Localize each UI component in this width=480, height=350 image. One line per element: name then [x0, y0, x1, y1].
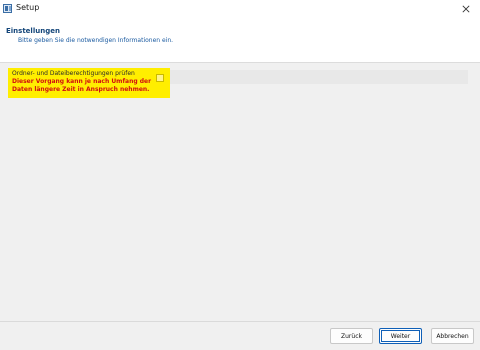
- close-icon: [462, 5, 470, 13]
- close-button[interactable]: [452, 0, 480, 18]
- cancel-button[interactable]: Abbrechen: [431, 328, 474, 344]
- title-bar: Setup: [0, 0, 480, 18]
- next-button[interactable]: Weiter: [379, 328, 422, 344]
- permissions-checkbox[interactable]: [156, 74, 164, 82]
- permissions-check-label[interactable]: Ordner- und Dateiberechtigungen prüfen: [12, 70, 135, 77]
- page-header: Einstellungen Bitte geben Sie die notwen…: [0, 18, 480, 63]
- window-title: Setup: [16, 3, 40, 12]
- page-title: Einstellungen: [6, 27, 60, 35]
- duration-warning: Dieser Vorgang kann je nach Umfang der D…: [12, 78, 152, 93]
- setup-app-icon: [3, 4, 12, 13]
- back-button[interactable]: Zurück: [330, 328, 373, 344]
- page-subtitle: Bitte geben Sie die notwendigen Informat…: [18, 37, 174, 44]
- footer-divider: [0, 321, 480, 322]
